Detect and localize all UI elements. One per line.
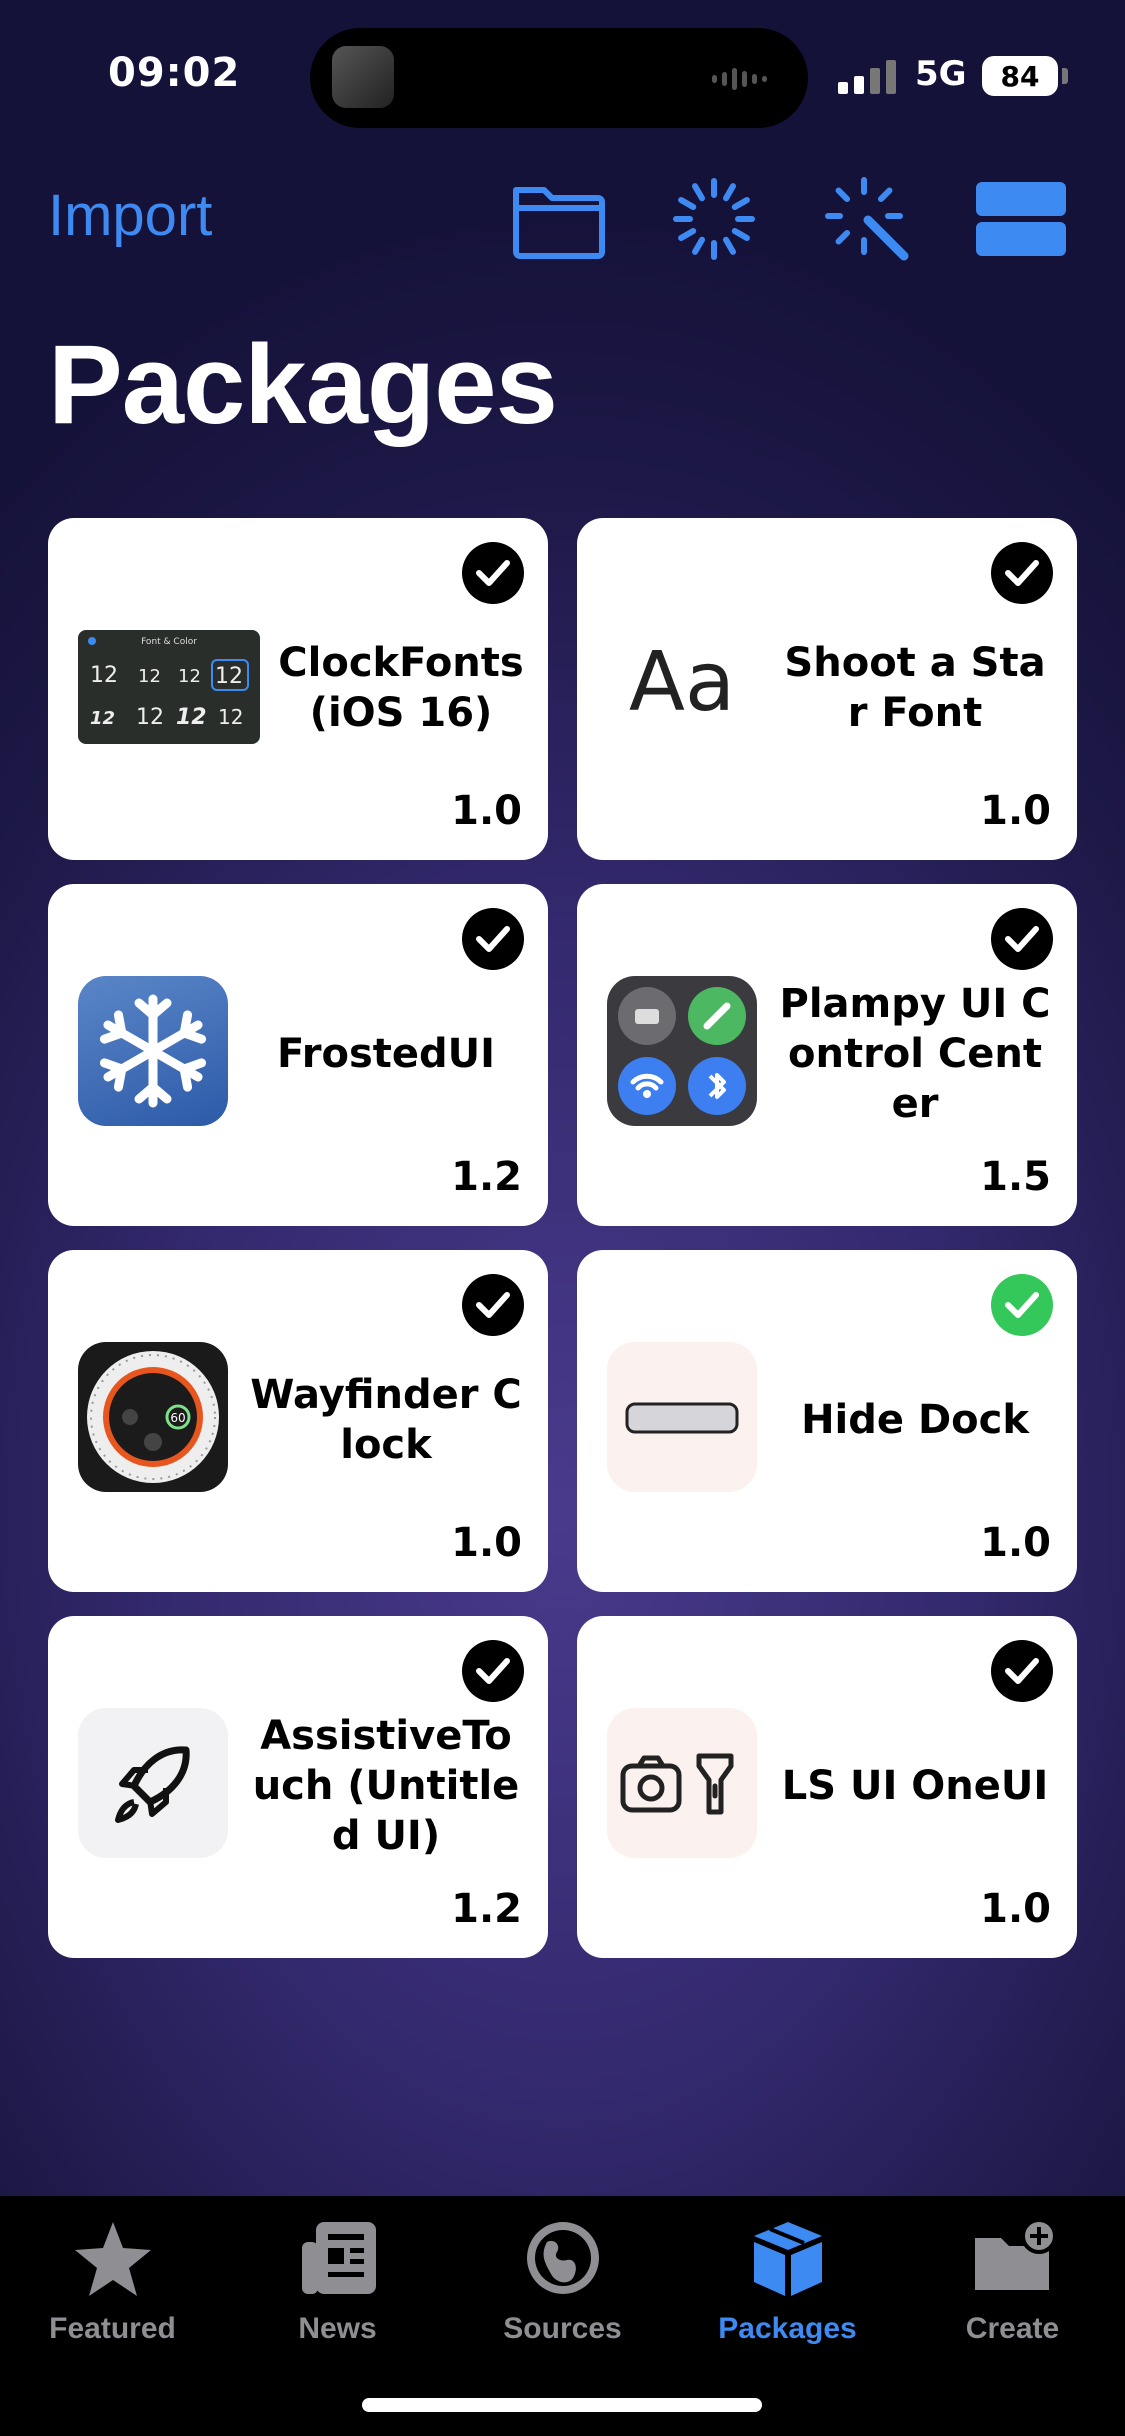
signal-strength-icon xyxy=(838,58,896,94)
svg-text:12: 12 xyxy=(176,705,207,730)
package-version: 1.5 xyxy=(980,1154,1051,1200)
package-name: Plampy UI Control Center xyxy=(779,981,1051,1127)
package-version: 1.0 xyxy=(451,1520,522,1566)
package-version: 1.0 xyxy=(980,1520,1051,1566)
rocket-icon xyxy=(78,1708,228,1858)
font-aa-icon: Aa xyxy=(607,610,757,760)
battery-tip xyxy=(1062,68,1068,84)
tab-news[interactable]: News xyxy=(225,2216,450,2376)
now-playing-thumbnail xyxy=(332,46,394,108)
folder-plus-icon xyxy=(974,2218,1055,2290)
package-name: AssistiveTouch (Untitled UI) xyxy=(252,1713,520,1859)
package-name: Wayfinder Clock xyxy=(250,1372,522,1468)
package-version: 1.0 xyxy=(451,788,522,834)
folder-icon[interactable] xyxy=(510,176,606,262)
network-type: 5G xyxy=(915,54,967,94)
loading-spinner-icon[interactable] xyxy=(666,176,762,262)
package-name: Hide Dock xyxy=(801,1397,1029,1443)
tab-label: Sources xyxy=(503,2312,622,2345)
import-button[interactable]: Import xyxy=(48,182,212,249)
status-time: 09:02 xyxy=(108,50,241,96)
package-card[interactable]: FrostedUI 1.2 xyxy=(48,884,548,1226)
tab-label: News xyxy=(298,2312,377,2345)
dynamic-island[interactable] xyxy=(310,28,808,128)
status-bar: 09:02 5G 84 xyxy=(0,0,1125,150)
audio-wave-icon xyxy=(712,66,772,92)
tab-packages[interactable]: Packages xyxy=(675,2216,900,2376)
home-indicator[interactable] xyxy=(362,2398,762,2412)
svg-text:12: 12 xyxy=(178,666,201,687)
tab-create[interactable]: Create xyxy=(900,2216,1125,2376)
clock-fonts-thumbnail: Font & Color 12 12 12 12 12 12 12 12 xyxy=(78,630,260,744)
package-version: 1.0 xyxy=(980,788,1051,834)
svg-text:60: 60 xyxy=(170,1411,185,1425)
package-name: Shoot a Star Font xyxy=(784,640,1046,736)
package-box-icon xyxy=(753,2222,822,2296)
package-card[interactable]: Aa Shoot a Star Font 1.0 xyxy=(577,518,1077,860)
package-version: 1.2 xyxy=(451,1886,522,1932)
tab-label: Create xyxy=(965,2312,1060,2345)
svg-text:12: 12 xyxy=(136,705,164,730)
package-card[interactable]: Hide Dock 1.0 xyxy=(577,1250,1077,1592)
svg-text:12: 12 xyxy=(90,708,115,729)
tab-featured[interactable]: Featured xyxy=(0,2216,225,2376)
star-icon xyxy=(74,2222,151,2296)
package-name: LS UI OneUI xyxy=(781,1763,1049,1809)
package-card[interactable]: AssistiveTouch (Untitled UI) 1.2 xyxy=(48,1616,548,1958)
control-center-icon xyxy=(607,976,757,1126)
svg-text:12: 12 xyxy=(138,666,161,687)
magic-wand-icon[interactable] xyxy=(820,176,916,262)
camera-flashlight-icon xyxy=(607,1708,757,1858)
package-name: ClockFonts (iOS 16) xyxy=(278,640,524,736)
page-title: Packages xyxy=(48,322,558,447)
battery-icon: 84 xyxy=(982,56,1058,96)
package-version: 1.2 xyxy=(451,1154,522,1200)
svg-text:Font & Color: Font & Color xyxy=(141,637,197,647)
svg-text:Aa: Aa xyxy=(629,635,735,730)
package-version: 1.0 xyxy=(980,1886,1051,1932)
dock-bar-icon xyxy=(607,1342,757,1492)
watch-face-icon: 60 xyxy=(78,1342,228,1492)
package-card[interactable]: 60 Wayfinder Clock 1.0 xyxy=(48,1250,548,1592)
list-layout-icon[interactable] xyxy=(974,176,1070,262)
tab-label: Packages xyxy=(718,2312,857,2345)
tab-label: Featured xyxy=(49,2312,176,2345)
snowflake-icon xyxy=(78,976,228,1126)
svg-text:12: 12 xyxy=(215,664,243,689)
package-card[interactable]: LS UI OneUI 1.0 xyxy=(577,1616,1077,1958)
package-name: FrostedUI xyxy=(276,1031,496,1077)
tab-sources[interactable]: Sources xyxy=(450,2216,675,2376)
svg-text:12: 12 xyxy=(90,663,118,688)
package-card[interactable]: Plampy UI Control Center 1.5 xyxy=(577,884,1077,1226)
globe-icon xyxy=(526,2222,599,2294)
newspaper-icon xyxy=(301,2222,376,2294)
package-card[interactable]: Font & Color 12 12 12 12 12 12 12 12 ClockFon… xyxy=(48,518,548,860)
svg-text:12: 12 xyxy=(218,705,243,729)
